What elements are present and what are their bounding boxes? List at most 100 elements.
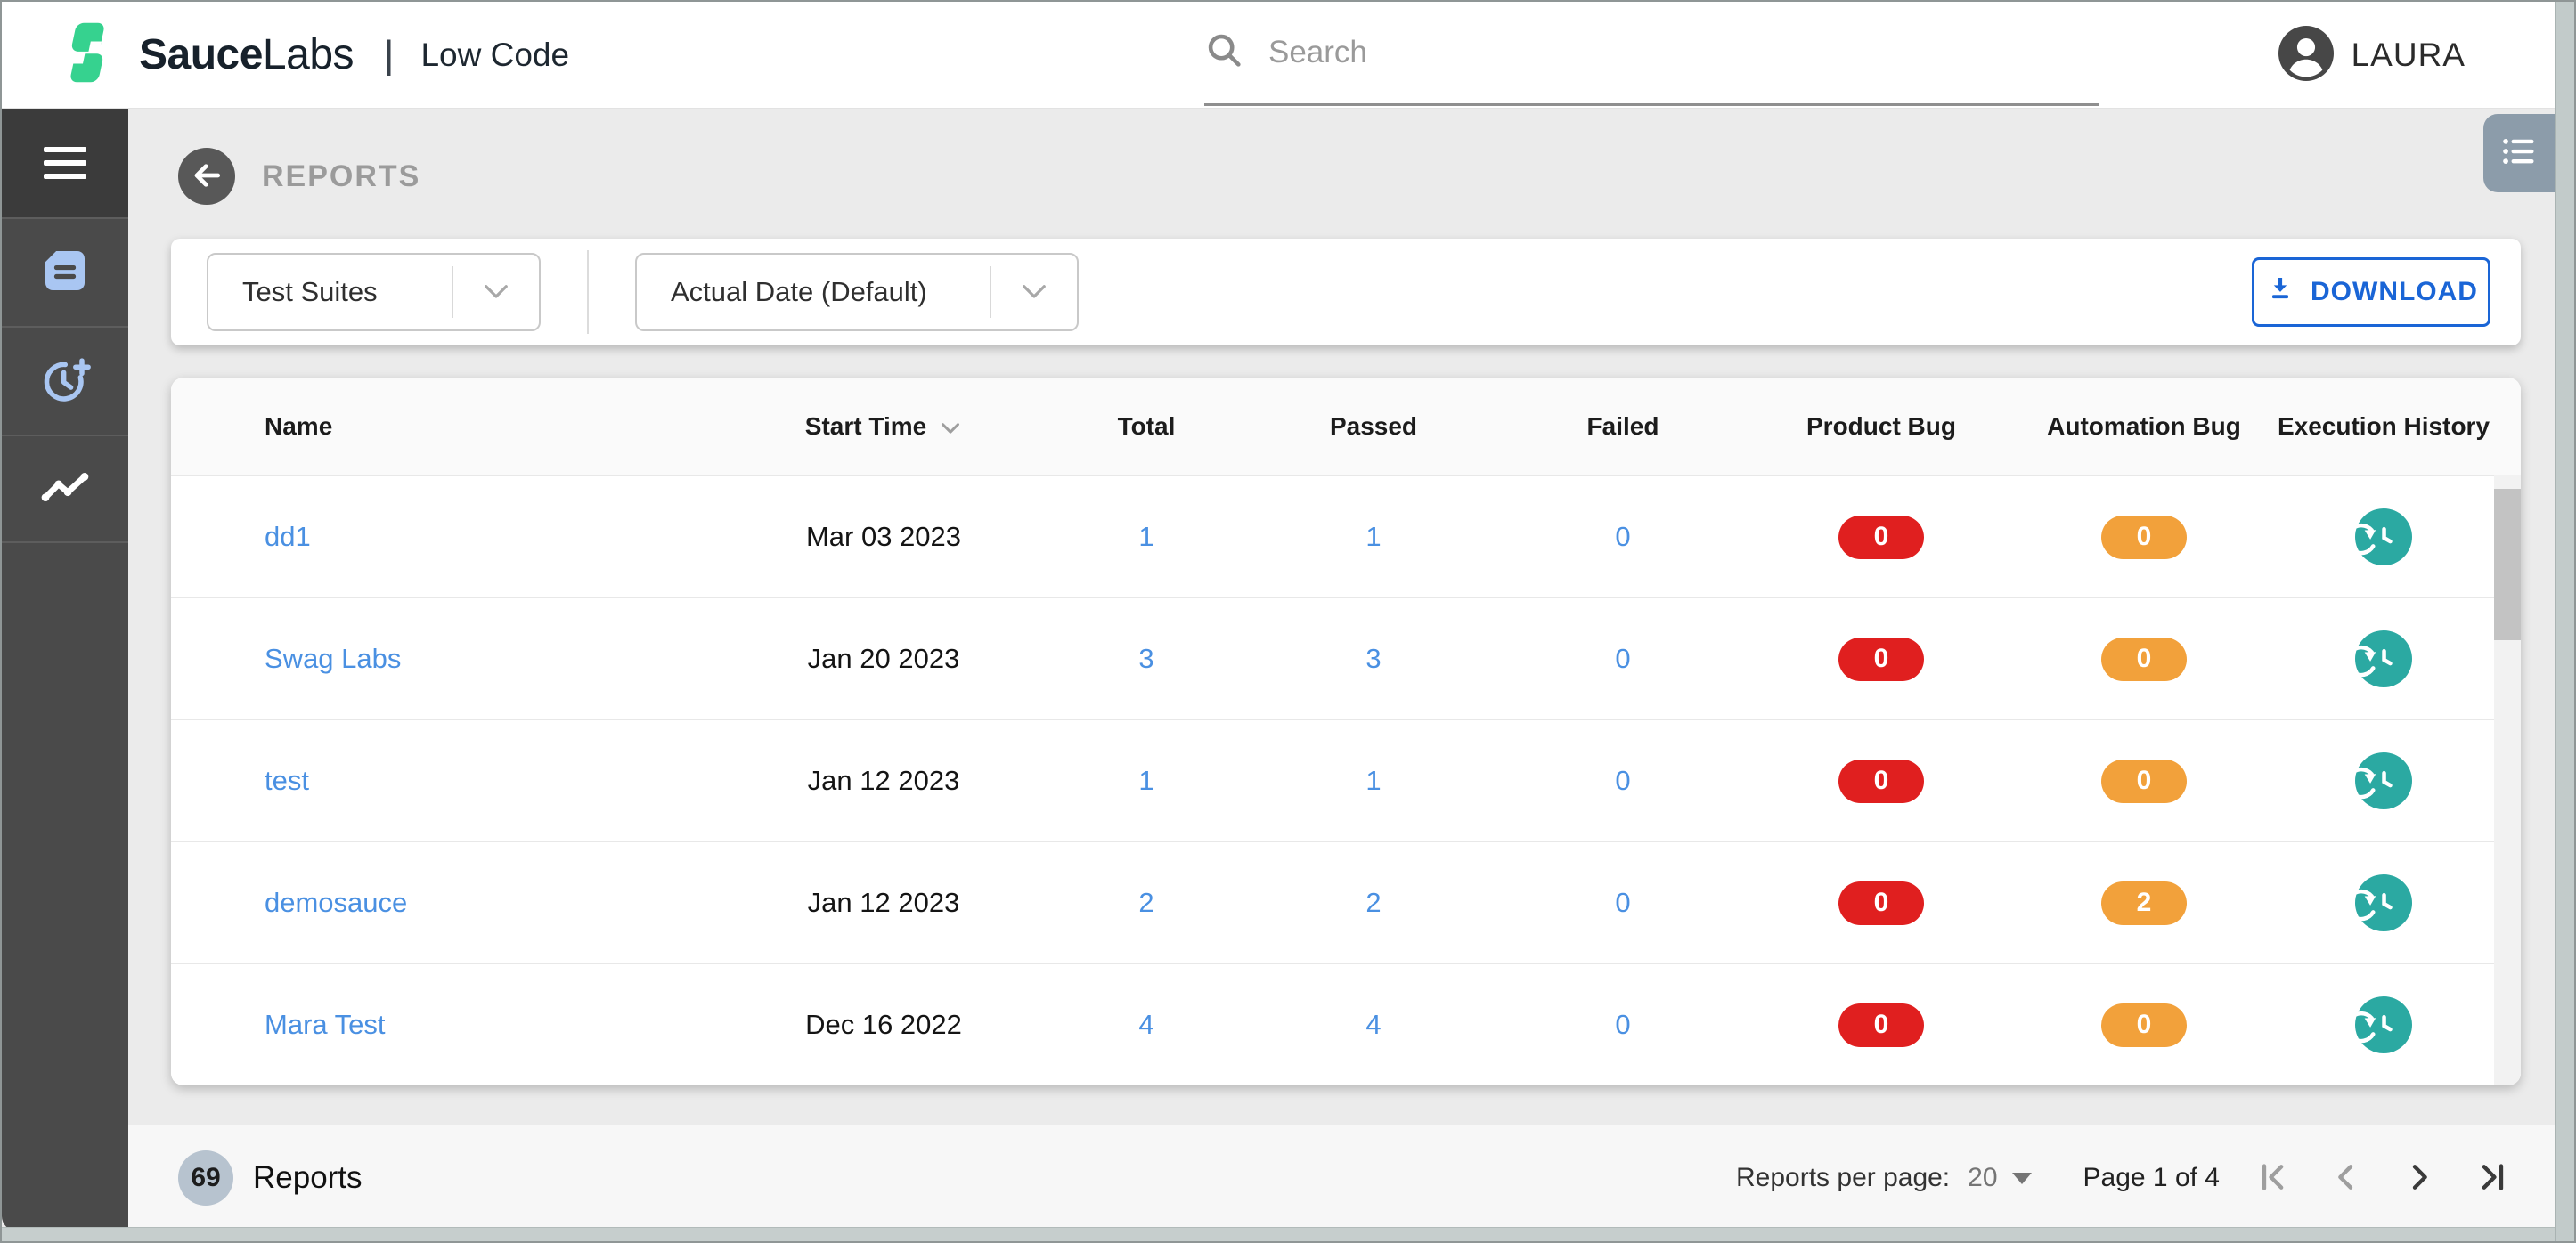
suite-filter-dropdown[interactable]: Test Suites [207,253,541,331]
history-icon [2345,630,2412,690]
start-time: Dec 16 2022 [805,1009,962,1040]
column-header-execution-history: Execution History [2277,412,2490,440]
total-link[interactable]: 1 [1138,765,1153,797]
first-page-button[interactable] [2250,1155,2296,1201]
report-name-link[interactable]: Swag Labs [265,643,401,675]
next-page-button[interactable] [2396,1155,2442,1201]
sidebar-item-schedule[interactable] [2,326,128,435]
table-row: dd1 Mar 03 2023 1 1 0 0 0 [171,475,2521,597]
failed-link[interactable]: 0 [1615,887,1630,919]
failed-link[interactable]: 0 [1615,643,1630,675]
reports-table: Name Start Time Total Passed Failed Prod… [171,378,2521,1085]
chevron-right-icon [2401,1159,2437,1198]
sidebar-menu-button[interactable] [2,109,128,217]
automation-bug-badge[interactable]: 0 [2101,759,2187,803]
download-button[interactable]: DOWNLOAD [2252,257,2490,327]
report-name-link[interactable]: Mara Test [265,1009,386,1041]
document-icon [36,241,94,305]
back-button[interactable] [178,148,235,205]
reports-count-label: Reports [253,1160,363,1195]
topbar: SauceLabs | Low Code LAURA [2,2,2555,109]
start-time: Mar 03 2023 [805,521,962,552]
list-icon [2499,131,2539,176]
chevron-left-icon [2328,1159,2364,1198]
user-menu[interactable]: LAURA [2278,2,2466,109]
arrow-left-icon [190,158,224,195]
passed-link[interactable]: 1 [1365,765,1381,797]
product-bug-badge[interactable]: 0 [1838,1003,1924,1047]
passed-link[interactable]: 3 [1365,643,1381,675]
automation-bug-badge[interactable]: 0 [2101,515,2187,559]
trend-line-icon [37,459,93,519]
report-name-link[interactable]: test [265,765,309,797]
reports-count-badge: 69 [178,1150,233,1206]
column-header-automation-bug: Automation Bug [2047,412,2241,440]
history-icon [2345,752,2412,812]
execution-history-button[interactable] [2345,630,2412,690]
total-link[interactable]: 2 [1138,887,1153,919]
start-time: Jan 20 2023 [807,643,960,674]
execution-history-button[interactable] [2345,752,2412,812]
execution-history-button[interactable] [2345,508,2412,568]
product-bug-badge[interactable]: 0 [1838,759,1924,803]
brand-name: SauceLabs [139,31,355,78]
previous-page-button[interactable] [2323,1155,2369,1201]
total-link[interactable]: 1 [1138,521,1153,553]
window-frame-bottom [2,1227,2555,1241]
sidebar-item-documents[interactable] [2,217,128,326]
list-view-tab[interactable] [2483,114,2555,192]
history-icon [2345,508,2412,568]
sidebar [2,109,128,1231]
table-row: test Jan 12 2023 1 1 0 0 0 [171,719,2521,841]
search-bar[interactable] [1204,2,2099,106]
product-name: Low Code [420,36,570,73]
filter-bar: Test Suites Actual Date (Default) DOWNLO… [171,239,2521,345]
table-row: Mara Test Dec 16 2022 4 4 0 0 0 [171,963,2521,1085]
automation-bug-badge[interactable]: 0 [2101,637,2187,681]
filter-divider [587,250,589,334]
last-page-icon [2474,1159,2510,1198]
automation-bug-badge[interactable]: 2 [2101,881,2187,925]
report-name-link[interactable]: dd1 [265,521,311,553]
download-label: DOWNLOAD [2311,277,2478,306]
passed-link[interactable]: 2 [1365,887,1381,919]
start-time: Jan 12 2023 [807,887,960,918]
failed-link[interactable]: 0 [1615,1009,1630,1041]
body: REPORTS Test Suites Actual Date (Default… [2,109,2574,1231]
report-name-link[interactable]: demosauce [265,887,407,919]
product-bug-badge[interactable]: 0 [1838,515,1924,559]
automation-bug-badge[interactable]: 0 [2101,1003,2187,1047]
dropdown-triangle-icon [2011,1172,2032,1184]
table-scrollbar[interactable] [2494,475,2521,1085]
column-header-product-bug: Product Bug [1806,412,1956,440]
execution-history-button[interactable] [2345,874,2412,934]
failed-link[interactable]: 0 [1615,765,1630,797]
column-header-name: Name [265,412,333,440]
brand-separator: | [384,32,395,77]
product-bug-badge[interactable]: 0 [1838,637,1924,681]
column-header-start-time[interactable]: Start Time [723,378,1044,475]
product-bug-badge[interactable]: 0 [1838,881,1924,925]
table-scrollbar-thumb[interactable] [2494,489,2521,640]
chevron-down-icon [990,266,1077,318]
per-page-select[interactable]: 20 [1968,1163,2032,1193]
sidebar-item-reports[interactable] [2,435,128,543]
date-filter-dropdown[interactable]: Actual Date (Default) [635,253,1079,331]
brand: SauceLabs | Low Code [53,19,569,91]
sort-chevron-icon [939,414,962,443]
history-icon [2345,874,2412,934]
search-input[interactable] [1268,35,2099,70]
execution-history-button[interactable] [2345,996,2412,1053]
passed-link[interactable]: 1 [1365,521,1381,553]
page-header: REPORTS [178,148,2555,205]
total-link[interactable]: 3 [1138,643,1153,675]
total-link[interactable]: 4 [1138,1009,1153,1041]
pagination-controls: Reports per page: 20 Page 1 of 4 [1736,1155,2515,1201]
column-header-total: Total [1117,412,1176,440]
failed-link[interactable]: 0 [1615,521,1630,553]
last-page-button[interactable] [2469,1155,2515,1201]
clock-plus-icon [36,350,94,413]
per-page-label: Reports per page: [1736,1163,1951,1192]
passed-link[interactable]: 4 [1365,1009,1381,1041]
chevron-down-icon [452,266,539,318]
